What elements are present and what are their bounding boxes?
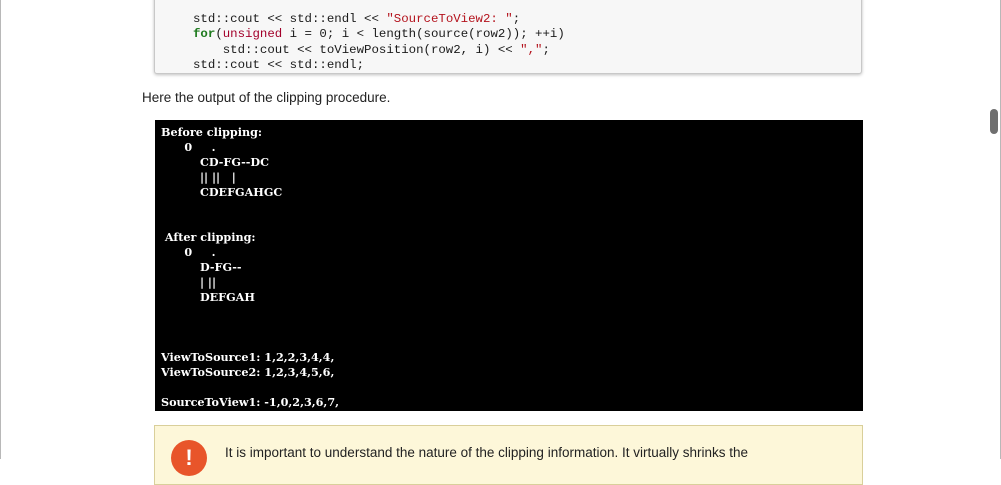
window-left-border [0, 0, 1, 459]
vertical-scrollbar-thumb[interactable] [990, 109, 998, 134]
code-block: std::cout << std::endl << "SourceToView2… [193, 12, 565, 73]
code-type: unsigned [222, 27, 283, 42]
terminal-output-text: Before clipping: 0 . CD-FG--DC || || | C… [161, 125, 375, 424]
code-string: "SourceToView2: " [386, 12, 513, 26]
code-string: "," [520, 42, 543, 57]
code-line-3: std::cout << toViewPosition(row2, i) << … [193, 42, 550, 57]
code-line-2: for(unsigned i = 0; i < length(source(ro… [193, 27, 565, 42]
code-line-4: std::cout << std::endl; [193, 57, 365, 72]
terminal-output-box: Before clipping: 0 . CD-FG--DC || || | C… [155, 120, 863, 424]
warning-note: ! It is important to understand the natu… [154, 425, 863, 485]
description-paragraph: Here the output of the clipping procedur… [142, 90, 391, 105]
code-keyword: for [193, 27, 216, 42]
code-snippet-box: std::cout << std::endl << "SourceToView2… [154, 0, 862, 74]
warning-note-text: It is important to understand the nature… [225, 445, 749, 460]
warning-icon: ! [171, 440, 207, 476]
code-line-1: std::cout << std::endl << "SourceToView2… [193, 12, 521, 26]
